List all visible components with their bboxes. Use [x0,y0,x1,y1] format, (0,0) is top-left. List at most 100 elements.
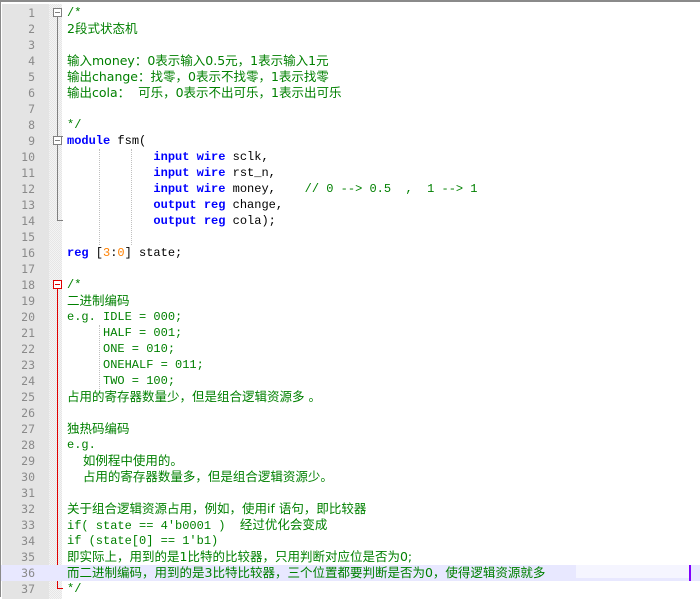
line-number: 33 [21,518,35,532]
comment-token: if (state[0] == 1'b1) [67,534,219,548]
code-line[interactable]: 35 即实际上，用到的是1比特的比较器，只用判断对应位是否为0; [1,549,700,565]
line-number: 15 [21,230,35,244]
comment-token: */ [67,118,82,132]
code-text: 即实际上，用到的是1比特的比较器，只用判断对应位是否为0; [67,549,412,566]
code-line[interactable]: 8 */ [1,117,700,133]
line-number: 24 [21,374,35,388]
line-number: 3 [28,38,35,52]
code-line[interactable]: 37 */ [1,581,700,597]
number-token: 0 [117,246,125,260]
code-line[interactable]: 15 [1,229,700,245]
code-line[interactable]: 7 [1,101,700,117]
code-line[interactable]: 13 output reg change, [1,197,700,213]
keyword-token: wire [196,150,226,164]
code-line[interactable]: 16 reg [3:0] state; [1,245,700,261]
code-line[interactable]: 6 输出cola： 可乐，0表示不出可乐，1表示出可乐 [1,85,700,101]
code-line[interactable]: 31 [1,485,700,501]
code-line[interactable]: 23 ONEHALF = 011; [1,357,700,373]
line-number: 18 [21,278,35,292]
line-number: 29 [21,454,35,468]
comment-token: 二进制编码 [67,293,130,308]
code-line[interactable]: 2 2段式状态机 [1,21,700,37]
line-number: 28 [21,438,35,452]
code-editor[interactable]: 1/* 2 2段式状态机 3 4 输入money：0表示输入0.5元，1表示输入1元 5 输出… [0,0,700,599]
code-text: output reg cola); [67,213,275,229]
code-line[interactable]: 33 if( state == 4'b0001 ) 经过优化会变成 [1,517,700,533]
code-line[interactable]: 21 HALF = 001; [1,325,700,341]
code-line[interactable]: 25 占用的寄存器数量少，但是组合逻辑资源多 。 [1,389,700,405]
keyword-token: reg [203,198,226,212]
line-number: 12 [21,182,35,196]
code-line[interactable]: 32 关于组合逻辑资源占用，例如，使用if 语句，即比较器 [1,501,700,517]
code-line[interactable]: 9 module fsm( [1,133,700,149]
code-line[interactable]: 17 [1,261,700,277]
code-line[interactable]: 20 e.g. IDLE = 000; [1,309,700,325]
keyword-token: input [153,150,190,164]
code-text: if (state[0] == 1'b1) [67,533,218,549]
code-token: ] state; [124,246,183,260]
code-text: /* [67,5,81,21]
code-line[interactable]: 4 输入money：0表示输入0.5元，1表示输入1元 [1,53,700,69]
code-text: /* [67,277,81,293]
comment-token: ONEHALF = 011; [67,358,204,372]
line-number: 23 [21,358,35,372]
line-number: 10 [21,150,35,164]
line-number: 5 [28,70,35,84]
comment-token: 经过优化会变成 [239,517,328,532]
code-line[interactable]: 19 二进制编码 [1,293,700,309]
line-number: 34 [21,534,35,548]
code-text: 独热码编码 [67,421,130,438]
code-line[interactable]: 22 ONE = 010; [1,341,700,357]
watermark [576,564,691,578]
code-line[interactable]: 27 独热码编码 [1,421,700,437]
line-number: 22 [21,342,35,356]
code-line[interactable]: 24 TWO = 100; [1,373,700,389]
code-line[interactable]: 26 [1,405,700,421]
code-line[interactable]: 30 占用的寄存器数量多，但是组合逻辑资源少。 [1,469,700,485]
line-number: 20 [21,310,35,324]
comment-token: 占用的寄存器数量少，但是组合逻辑资源多 。 [67,389,321,404]
code-line[interactable]: 18 /* [1,277,700,293]
comment-token: e.g. [67,438,96,452]
line-number: 8 [28,118,35,132]
line-number: 21 [21,326,35,340]
comment-token: 输出change：找零，0表示不找零，1表示找零 [67,69,329,84]
keyword-token: output [153,214,197,228]
code-line[interactable]: 10 input wire sclk, [1,149,700,165]
code-text: 关于组合逻辑资源占用，例如，使用if 语句，即比较器 [67,501,366,518]
comment-token: // 0 --> 0.5 , 1 --> 1 [304,182,478,196]
comment-token: TWO = 100; [67,374,176,388]
code-line[interactable]: 28 e.g. [1,437,700,453]
code-line[interactable]: 29 如例程中使用的。 [1,453,700,469]
code-text: ONEHALF = 011; [67,357,204,373]
code-line[interactable]: 12 input wire money, // 0 --> 0.5 , 1 --… [1,181,700,197]
code-text: input wire money, // 0 --> 0.5 , 1 --> 1 [67,181,478,197]
code-token: fsm( [110,134,147,148]
comment-token: 关于组合逻辑资源占用，例如，使用if 语句，即比较器 [67,501,367,516]
line-number: 32 [21,502,35,516]
comment-token: */ [67,582,82,596]
code-text: 而二进制编码，用到的是3比特比较器，三个位置都要判断是否为0，使得逻辑资源就多 [67,565,545,582]
line-number: 6 [28,86,35,100]
code-line[interactable]: 14 output reg cola); [1,213,700,229]
code-line[interactable]: 1 /* [1,5,700,21]
code-token: change, [225,198,284,212]
code-text: 二进制编码 [67,293,130,310]
keyword-token: input [153,166,190,180]
code-line[interactable]: 5 输出change：找零，0表示不找零，1表示找零 [1,69,700,85]
comment-token: 2段式状态机 [67,21,138,36]
code-line[interactable]: 34 if (state[0] == 1'b1) [1,533,700,549]
code-lines[interactable]: 1/* 2 2段式状态机 3 4 输入money：0表示输入0.5元，1表示输入1元 5 输出… [1,5,700,597]
code-line[interactable]: 11 input wire rst_n, [1,165,700,181]
comment-token: 占用的寄存器数量多，但是组合逻辑资源少。 [67,469,333,484]
line-number: 25 [21,390,35,404]
code-text: if( state == 4'b0001 ) 经过优化会变成 [67,517,327,534]
line-number: 9 [28,134,35,148]
code-text: e.g. [67,437,96,453]
code-line[interactable]: 3 [1,37,700,53]
